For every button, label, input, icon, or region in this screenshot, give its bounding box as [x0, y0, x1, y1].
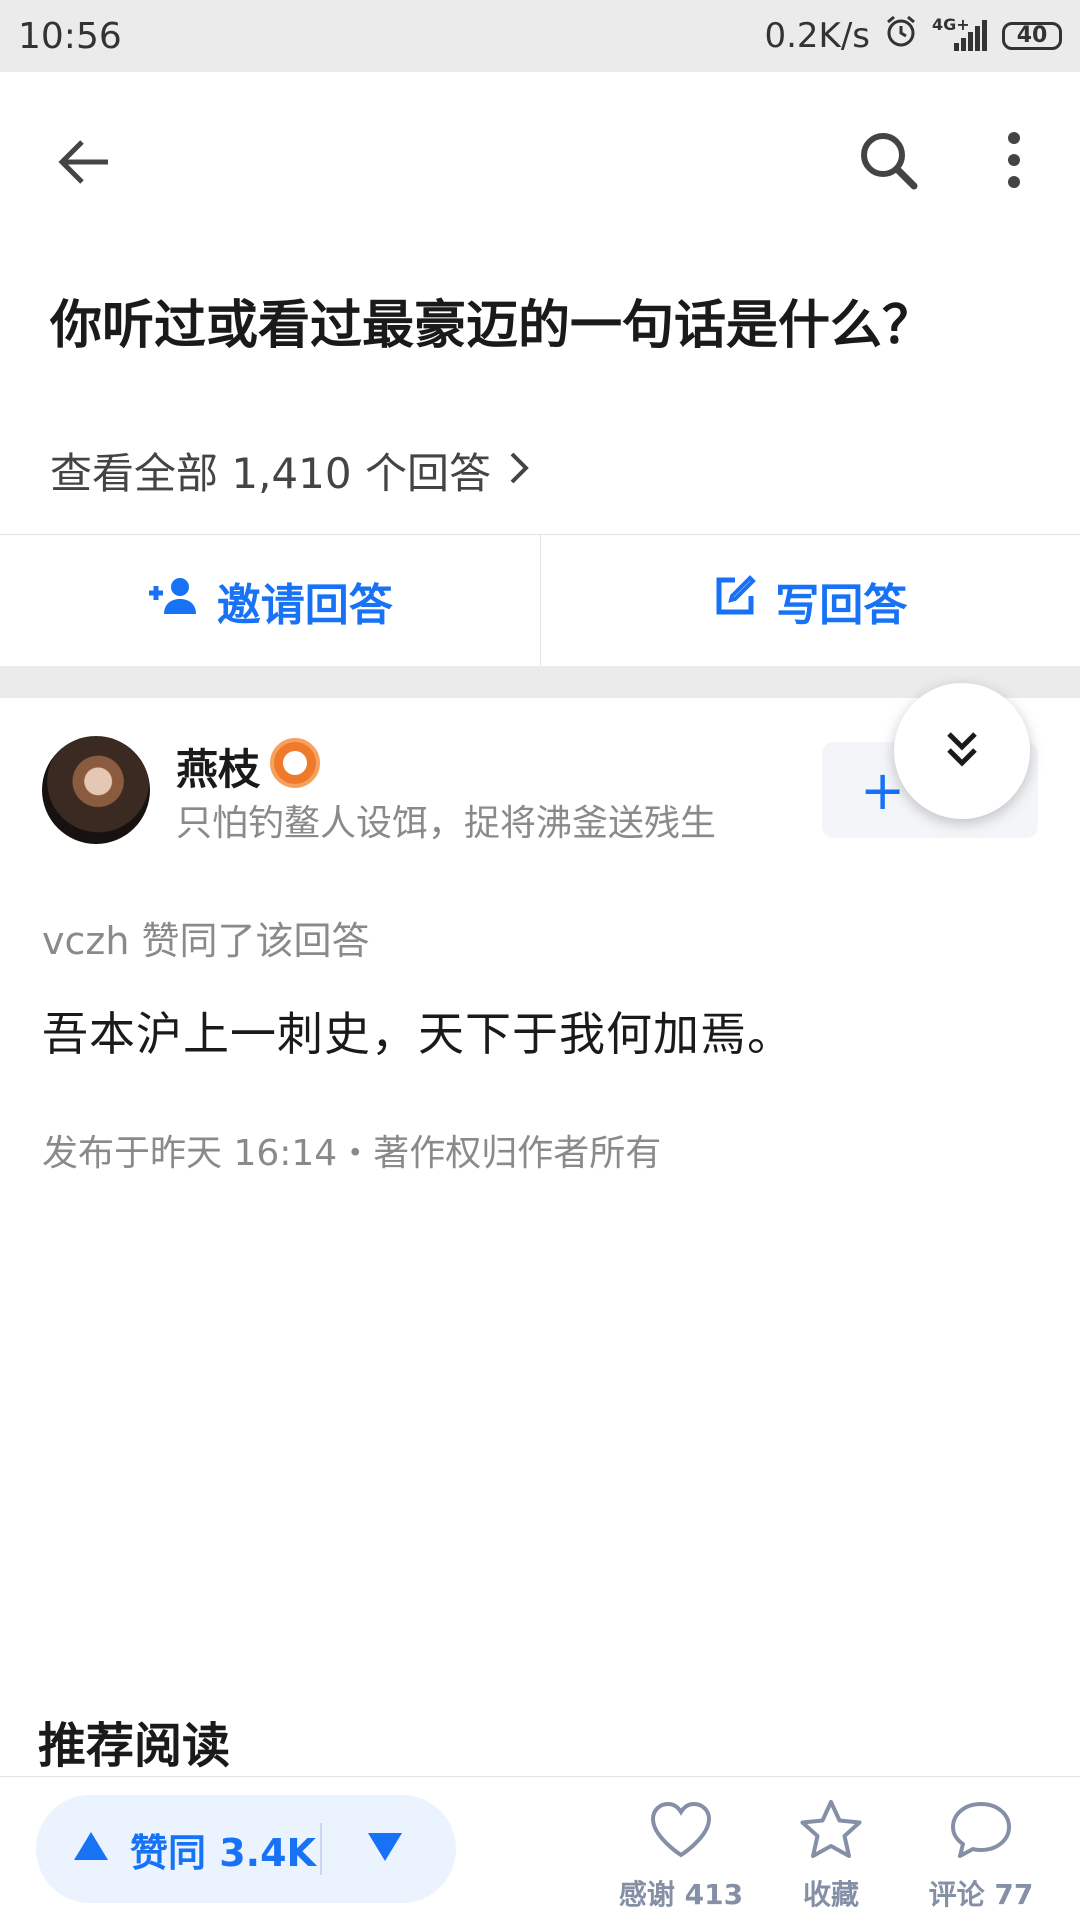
comment-label: 评论 77 — [916, 1873, 1046, 1913]
answer-actions: 邀请回答 写回答 — [0, 534, 1080, 667]
arrow-left-icon — [58, 138, 110, 190]
vote-pill: 赞同 3.4K — [36, 1795, 456, 1903]
more-button[interactable] — [984, 118, 1044, 206]
view-all-label: 查看全部 1,410 个回答 — [50, 440, 491, 501]
star-icon — [766, 1795, 896, 1865]
view-all-answers-link[interactable]: 查看全部 1,410 个回答 — [50, 440, 529, 501]
status-right: 0.2K/s 4G+ 40 — [764, 14, 1062, 57]
downvote-button[interactable] — [366, 1795, 404, 1903]
comment-button[interactable]: 评论 77 — [916, 1795, 1046, 1913]
top-bar — [0, 72, 1080, 240]
vote-divider — [320, 1823, 322, 1875]
chevron-right-icon — [509, 446, 529, 495]
double-chevron-down-icon — [945, 729, 979, 773]
search-button[interactable] — [844, 118, 932, 206]
add-user-icon — [147, 576, 199, 627]
upvote-button[interactable]: 赞同 3.4K — [72, 1795, 316, 1903]
back-button[interactable] — [42, 122, 126, 206]
write-answer-label: 写回答 — [775, 569, 907, 633]
collect-button[interactable]: 收藏 — [766, 1795, 896, 1913]
achievement-badge-icon — [270, 738, 320, 788]
write-answer-button[interactable]: 写回答 — [540, 535, 1080, 667]
signal-icon: 4G+ — [932, 19, 988, 53]
triangle-down-icon — [366, 1831, 404, 1867]
edit-icon — [713, 574, 757, 629]
more-vertical-icon — [1006, 132, 1022, 192]
collect-label: 收藏 — [766, 1873, 896, 1913]
answer-meta: 发布于昨天 16:14・著作权归作者所有 — [42, 1124, 661, 1176]
next-answer-button[interactable] — [894, 683, 1030, 819]
section-divider — [0, 666, 1080, 698]
invite-answer-label: 邀请回答 — [217, 569, 393, 633]
question-title[interactable]: 你听过或看过最豪迈的一句话是什么？ — [50, 286, 1030, 366]
network-speed: 0.2K/s — [764, 16, 870, 56]
avatar[interactable] — [42, 736, 150, 844]
battery-icon: 40 — [1002, 22, 1062, 50]
thanks-button[interactable]: 感谢 413 — [616, 1795, 746, 1913]
comment-icon — [916, 1795, 1046, 1865]
answer-content: 吾本沪上一刺史，天下于我何加焉。 — [42, 998, 794, 1064]
heart-icon — [616, 1795, 746, 1865]
bottom-bar: 赞同 3.4K 感谢 413 收藏 评论 77 — [0, 1776, 1080, 1921]
status-bar: 10:56 0.2K/s 4G+ 40 — [0, 0, 1080, 72]
voter-line: vczh 赞同了该回答 — [42, 910, 370, 965]
upvote-label: 赞同 3.4K — [130, 1822, 316, 1877]
triangle-up-icon — [72, 1827, 110, 1871]
alarm-icon — [884, 14, 918, 57]
thanks-label: 感谢 413 — [616, 1873, 746, 1913]
author-name[interactable]: 燕枝 — [176, 736, 260, 797]
invite-answer-button[interactable]: 邀请回答 — [0, 535, 540, 667]
author-bio: 只怕钓鳌人设饵，捉将沸釜送残生 — [176, 794, 716, 846]
recommend-heading: 推荐阅读 — [38, 1706, 230, 1776]
status-time: 10:56 — [18, 16, 122, 57]
search-icon — [858, 130, 918, 194]
